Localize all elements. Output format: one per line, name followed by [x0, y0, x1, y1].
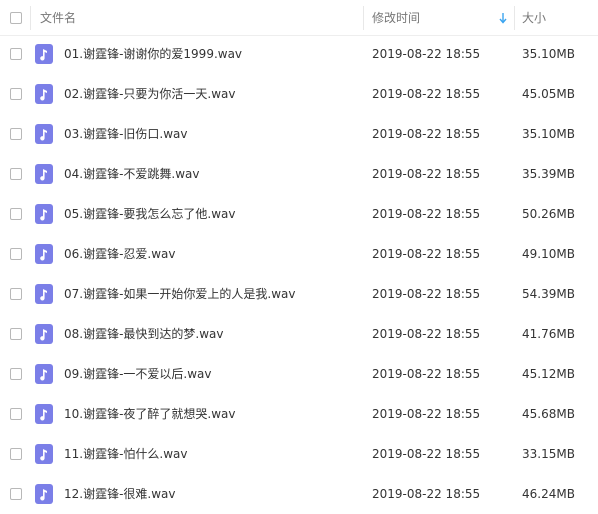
music-file-icon: [35, 244, 53, 264]
file-name[interactable]: 08.谢霆锋-最快到达的梦.wav: [64, 314, 224, 354]
file-size: 49.10MB: [522, 247, 575, 261]
file-size: 54.39MB: [522, 287, 575, 301]
file-modified-time: 2019-08-22 18:55: [372, 447, 481, 461]
music-file-icon: [35, 284, 53, 304]
row-checkbox[interactable]: [10, 128, 22, 140]
file-list: 01.谢霆锋-谢谢你的爱1999.wav 2019-08-22 18:55 35…: [0, 34, 598, 514]
file-size: 45.12MB: [522, 367, 575, 381]
name-column-header[interactable]: 文件名: [40, 0, 76, 36]
file-row[interactable]: 10.谢霆锋-夜了醉了就想哭.wav 2019-08-22 18:55 45.6…: [0, 394, 598, 434]
column-divider[interactable]: [363, 6, 364, 30]
time-column-header[interactable]: 修改时间: [372, 0, 420, 36]
row-checkbox[interactable]: [10, 288, 22, 300]
file-row[interactable]: 05.谢霆锋-要我怎么忘了他.wav 2019-08-22 18:55 50.2…: [0, 194, 598, 234]
file-row[interactable]: 11.谢霆锋-怕什么.wav 2019-08-22 18:55 33.15MB: [0, 434, 598, 474]
file-size: 50.26MB: [522, 207, 575, 221]
file-size: 35.39MB: [522, 167, 575, 181]
file-name[interactable]: 06.谢霆锋-忍爱.wav: [64, 234, 176, 274]
size-column-header[interactable]: 大小: [522, 0, 546, 36]
music-file-icon: [35, 364, 53, 384]
file-row[interactable]: 12.谢霆锋-很难.wav 2019-08-22 18:55 46.24MB: [0, 474, 598, 514]
music-file-icon: [35, 124, 53, 144]
file-modified-time: 2019-08-22 18:55: [372, 207, 481, 221]
row-checkbox[interactable]: [10, 448, 22, 460]
file-row[interactable]: 09.谢霆锋-一不爱以后.wav 2019-08-22 18:55 45.12M…: [0, 354, 598, 394]
file-row[interactable]: 04.谢霆锋-不爱跳舞.wav 2019-08-22 18:55 35.39MB: [0, 154, 598, 194]
row-checkbox[interactable]: [10, 408, 22, 420]
file-size: 41.76MB: [522, 327, 575, 341]
music-file-icon: [35, 164, 53, 184]
file-row[interactable]: 07.谢霆锋-如果一开始你爱上的人是我.wav 2019-08-22 18:55…: [0, 274, 598, 314]
file-name[interactable]: 01.谢霆锋-谢谢你的爱1999.wav: [64, 34, 242, 74]
row-checkbox[interactable]: [10, 368, 22, 380]
sort-descending-icon[interactable]: [499, 12, 507, 24]
file-modified-time: 2019-08-22 18:55: [372, 167, 481, 181]
file-size: 35.10MB: [522, 47, 575, 61]
music-file-icon: [35, 444, 53, 464]
file-size: 46.24MB: [522, 487, 575, 501]
file-name[interactable]: 04.谢霆锋-不爱跳舞.wav: [64, 154, 200, 194]
file-modified-time: 2019-08-22 18:55: [372, 47, 481, 61]
row-checkbox[interactable]: [10, 328, 22, 340]
column-divider[interactable]: [514, 6, 515, 30]
row-checkbox[interactable]: [10, 88, 22, 100]
file-modified-time: 2019-08-22 18:55: [372, 487, 481, 501]
music-file-icon: [35, 44, 53, 64]
file-list-header: 文件名 修改时间 大小: [0, 0, 598, 36]
file-size: 45.05MB: [522, 87, 575, 101]
music-file-icon: [35, 84, 53, 104]
file-modified-time: 2019-08-22 18:55: [372, 287, 481, 301]
file-modified-time: 2019-08-22 18:55: [372, 87, 481, 101]
file-name[interactable]: 03.谢霆锋-旧伤口.wav: [64, 114, 188, 154]
file-row[interactable]: 08.谢霆锋-最快到达的梦.wav 2019-08-22 18:55 41.76…: [0, 314, 598, 354]
row-checkbox[interactable]: [10, 48, 22, 60]
column-divider: [30, 6, 31, 30]
row-checkbox[interactable]: [10, 488, 22, 500]
file-size: 35.10MB: [522, 127, 575, 141]
file-name[interactable]: 05.谢霆锋-要我怎么忘了他.wav: [64, 194, 236, 234]
file-name[interactable]: 10.谢霆锋-夜了醉了就想哭.wav: [64, 394, 236, 434]
row-checkbox[interactable]: [10, 208, 22, 220]
file-modified-time: 2019-08-22 18:55: [372, 247, 481, 261]
music-file-icon: [35, 484, 53, 504]
file-modified-time: 2019-08-22 18:55: [372, 327, 481, 341]
file-size: 33.15MB: [522, 447, 575, 461]
file-modified-time: 2019-08-22 18:55: [372, 127, 481, 141]
file-modified-time: 2019-08-22 18:55: [372, 367, 481, 381]
file-name[interactable]: 12.谢霆锋-很难.wav: [64, 474, 176, 514]
file-name[interactable]: 11.谢霆锋-怕什么.wav: [64, 434, 188, 474]
select-all-checkbox[interactable]: [10, 12, 22, 24]
music-file-icon: [35, 404, 53, 424]
file-name[interactable]: 07.谢霆锋-如果一开始你爱上的人是我.wav: [64, 274, 296, 314]
file-row[interactable]: 02.谢霆锋-只要为你活一天.wav 2019-08-22 18:55 45.0…: [0, 74, 598, 114]
file-row[interactable]: 03.谢霆锋-旧伤口.wav 2019-08-22 18:55 35.10MB: [0, 114, 598, 154]
music-file-icon: [35, 204, 53, 224]
row-checkbox[interactable]: [10, 168, 22, 180]
file-row[interactable]: 01.谢霆锋-谢谢你的爱1999.wav 2019-08-22 18:55 35…: [0, 34, 598, 74]
file-size: 45.68MB: [522, 407, 575, 421]
row-checkbox[interactable]: [10, 248, 22, 260]
music-file-icon: [35, 324, 53, 344]
file-row[interactable]: 06.谢霆锋-忍爱.wav 2019-08-22 18:55 49.10MB: [0, 234, 598, 274]
file-modified-time: 2019-08-22 18:55: [372, 407, 481, 421]
file-name[interactable]: 02.谢霆锋-只要为你活一天.wav: [64, 74, 236, 114]
file-name[interactable]: 09.谢霆锋-一不爱以后.wav: [64, 354, 212, 394]
